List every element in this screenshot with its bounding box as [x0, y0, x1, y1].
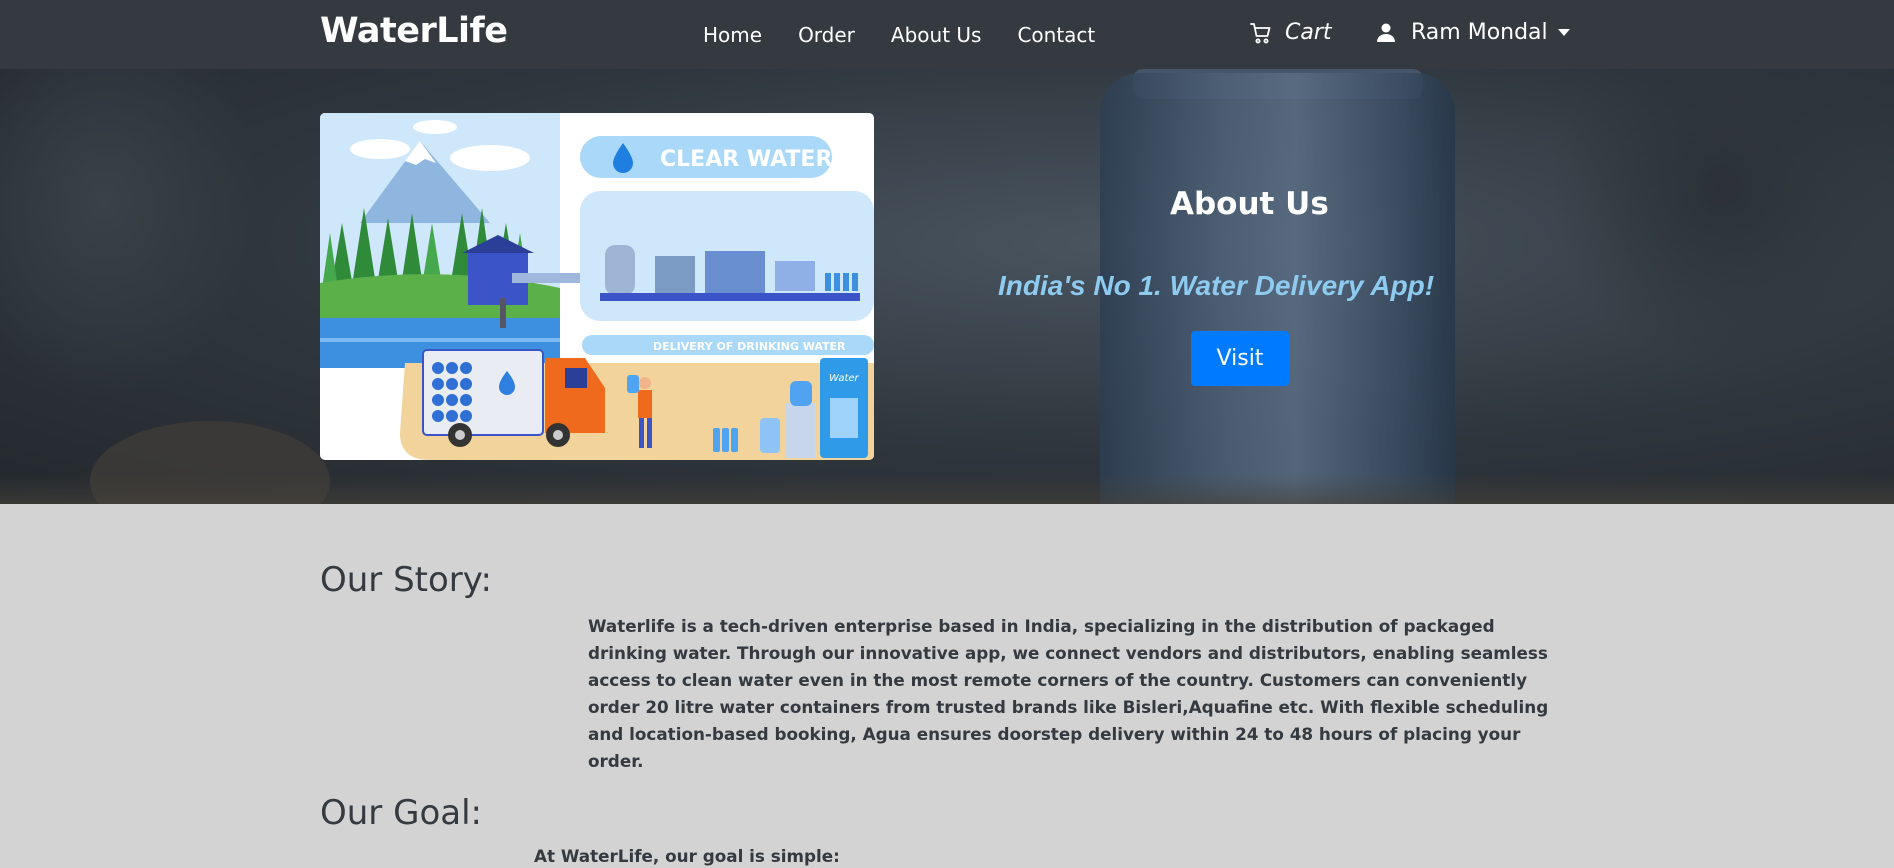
story-paragraph: Waterlife is a tech-driven enterprise ba…: [588, 616, 1549, 771]
hero-bg-tree: [0, 69, 260, 399]
illustration-delivery-text: DELIVERY OF DRINKING WATER: [653, 340, 846, 353]
user-name: Ram Mondal: [1411, 20, 1548, 45]
hero-tagline: India's No 1. Water Delivery App!: [998, 270, 1435, 301]
hero-title: About Us: [1170, 186, 1329, 222]
hero-bg-ground: [0, 474, 1894, 504]
goal-paragraph: At WaterLife, our goal is simple:: [534, 846, 840, 866]
navbar: WaterLife Home Order About Us Contact Ca…: [0, 0, 1894, 69]
user-icon: [1377, 23, 1395, 42]
user-dropdown[interactable]: Ram Mondal: [1377, 20, 1570, 45]
illustration-cooler-text: Water: [829, 373, 860, 384]
nav-link-order[interactable]: Order: [780, 23, 873, 47]
hero-bg-tree: [1550, 69, 1894, 369]
visit-button[interactable]: Visit: [1191, 331, 1289, 386]
cart-icon: [1250, 22, 1271, 43]
nav-link-about[interactable]: About Us: [873, 23, 1000, 47]
story-heading: Our Story:: [320, 560, 492, 600]
cart-label: Cart: [1285, 20, 1332, 45]
nav-links: Home Order About Us Contact: [685, 0, 1113, 69]
illustration-clear-water-text: CLEAR WATER: [660, 147, 832, 172]
cart-link[interactable]: Cart: [1249, 20, 1332, 45]
hero-section: CLEAR WATER DELIVERY OF DRINKING WATER W…: [0, 69, 1894, 504]
caret-down-icon: [1557, 29, 1570, 36]
goal-heading: Our Goal:: [320, 793, 482, 833]
hero-illustration: CLEAR WATER DELIVERY OF DRINKING WATER W…: [320, 113, 874, 460]
brand-logo[interactable]: WaterLife: [320, 11, 508, 51]
nav-link-contact[interactable]: Contact: [999, 23, 1113, 47]
nav-link-home[interactable]: Home: [685, 23, 780, 47]
